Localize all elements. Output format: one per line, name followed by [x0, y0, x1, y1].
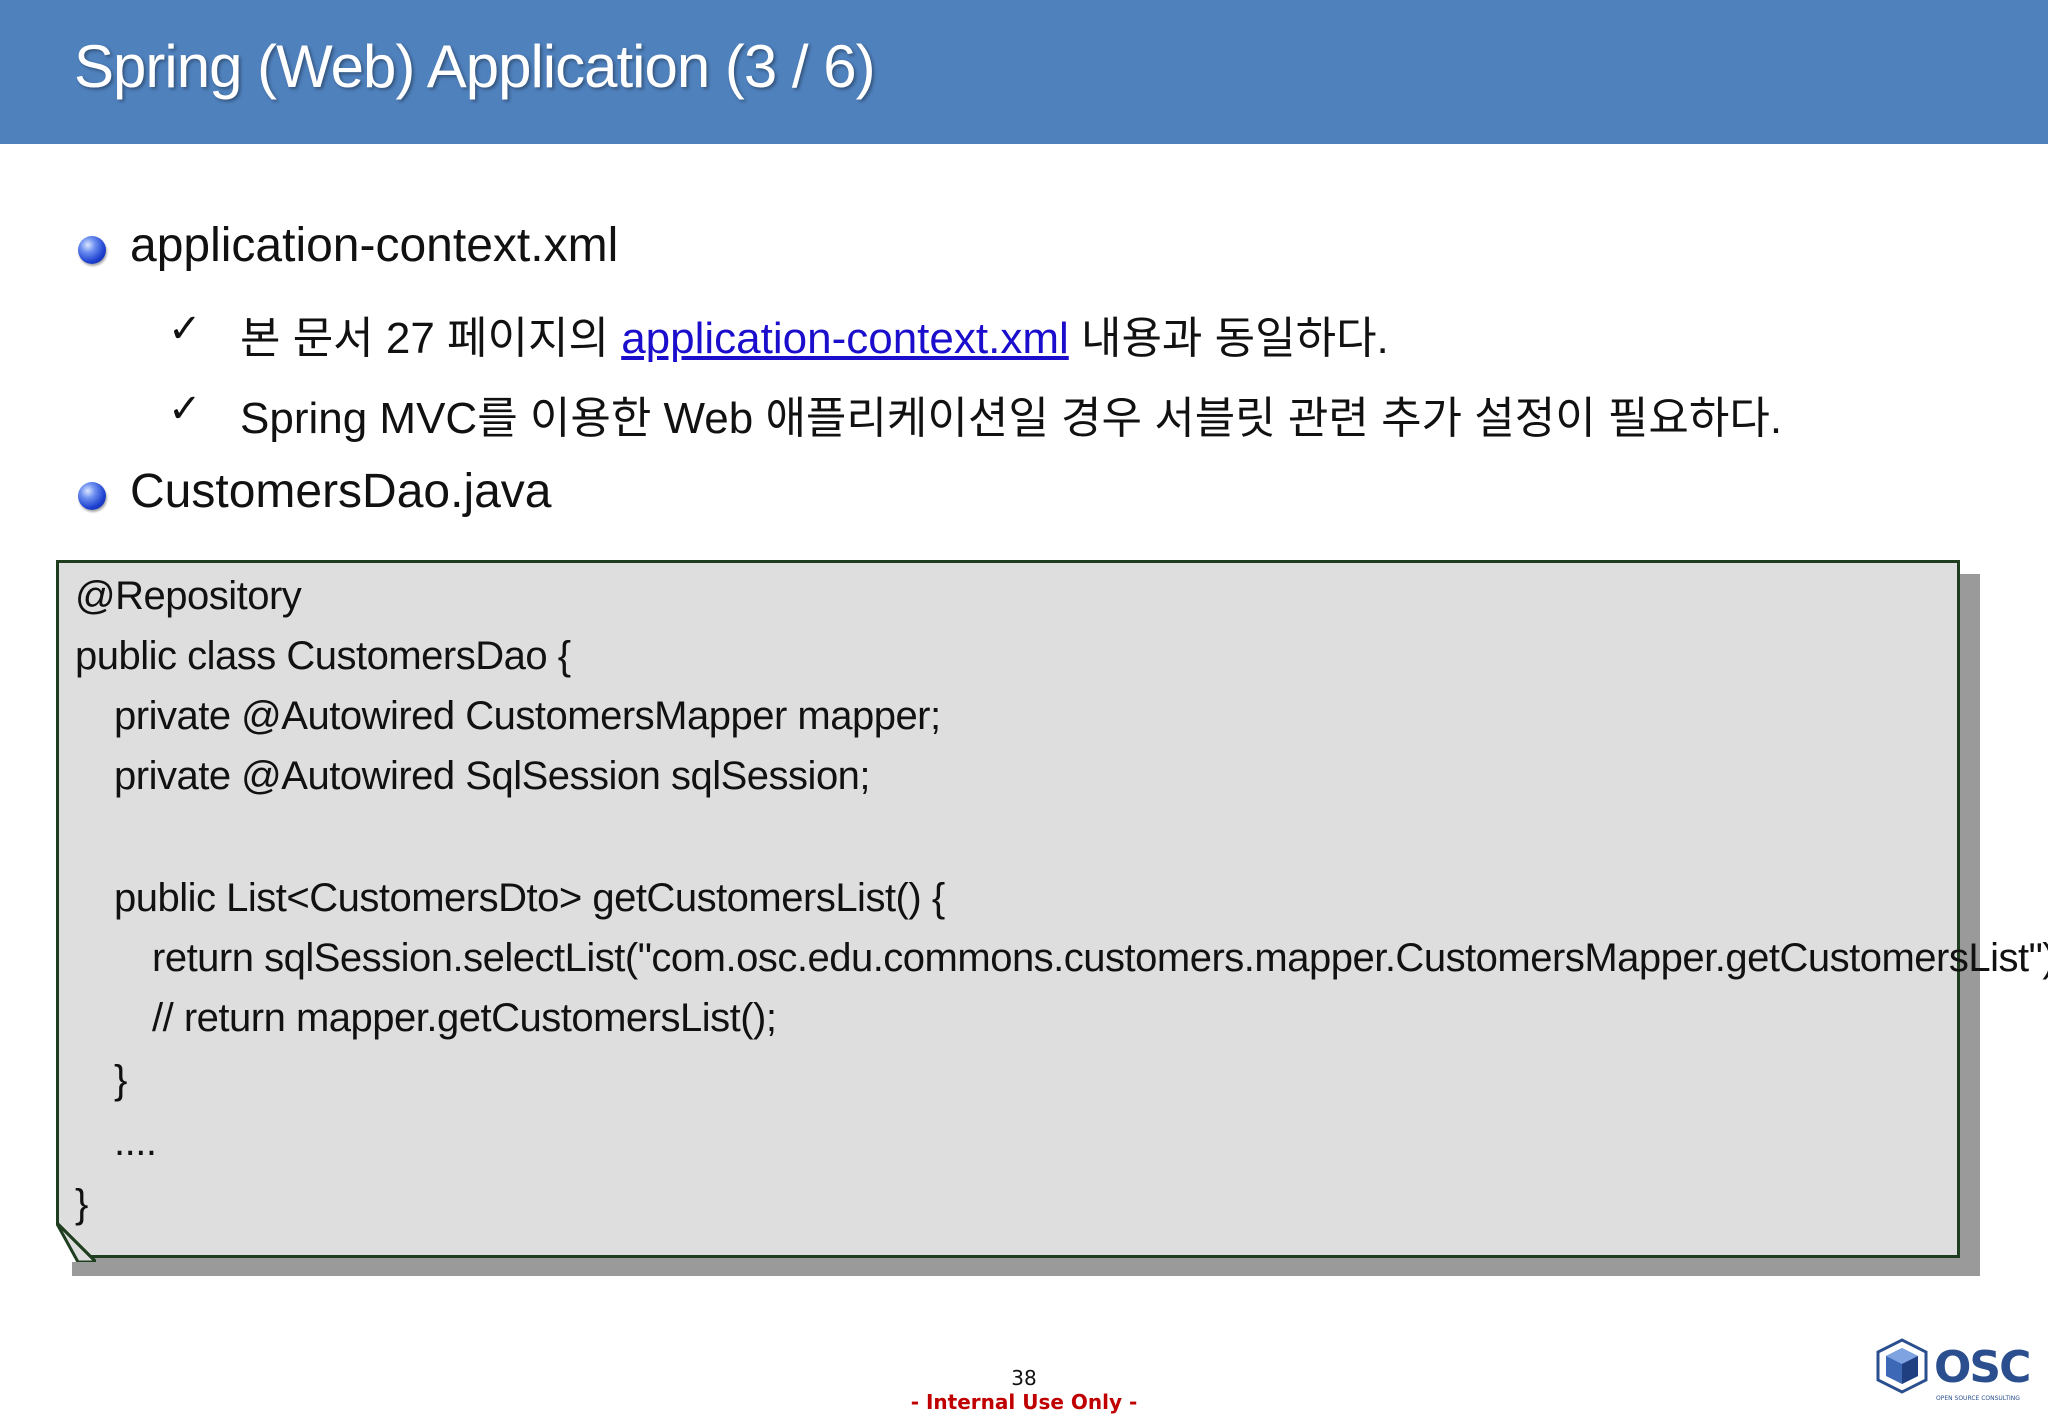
code-line: public List<CustomersDto> getCustomersLi… — [114, 876, 945, 920]
page-fold-corner — [56, 1222, 96, 1262]
subitem-same-content: 본 문서 27 페이지의 application-context.xml 내용과… — [240, 302, 1389, 366]
application-context-link[interactable]: application-context.xml — [621, 314, 1069, 363]
page-number: 38 — [1011, 1366, 1037, 1390]
internal-use-notice: - Internal Use Only - — [910, 1390, 1138, 1414]
code-line: } — [114, 1058, 127, 1102]
bullet-customers-dao: CustomersDao.java — [130, 465, 552, 518]
bullet-application-context: application-context.xml — [130, 219, 619, 272]
osc-logo-icon: OSC OPEN SOURCE CONSULTING — [1876, 1338, 2031, 1402]
code-line: // return mapper.getCustomersList(); — [152, 996, 777, 1040]
subitem-text-after: 내용과 동일하다. — [1068, 314, 1389, 363]
slide: Spring (Web) Application (3 / 6) applica… — [0, 0, 2048, 1418]
bullet-sphere-icon — [78, 236, 106, 264]
code-line: @Repository — [75, 574, 302, 618]
subitem-text-before: 본 문서 27 페이지의 — [240, 314, 622, 363]
bullet-sphere-icon — [78, 482, 106, 510]
code-line: public class CustomersDao { — [75, 634, 571, 678]
checkmark-icon: ✓ — [168, 386, 202, 432]
slide-title: Spring (Web) Application (3 / 6) — [74, 33, 876, 100]
code-line: private @Autowired CustomersMapper mappe… — [114, 694, 941, 738]
code-line: .... — [114, 1120, 157, 1164]
title-bar: Spring (Web) Application (3 / 6) — [0, 0, 2048, 144]
code-line: private @Autowired SqlSession sqlSession… — [114, 754, 871, 798]
logo-tagline: OPEN SOURCE CONSULTING — [1936, 1395, 2020, 1402]
checkmark-icon: ✓ — [168, 306, 202, 352]
code-line: return sqlSession.selectList("com.osc.ed… — [152, 936, 2048, 980]
code-line: } — [75, 1182, 88, 1226]
logo-text: OSC — [1934, 1342, 2029, 1393]
subitem-servlet-config: Spring MVC를 이용한 Web 애플리케이션일 경우 서블릿 관련 추가… — [240, 394, 1783, 443]
